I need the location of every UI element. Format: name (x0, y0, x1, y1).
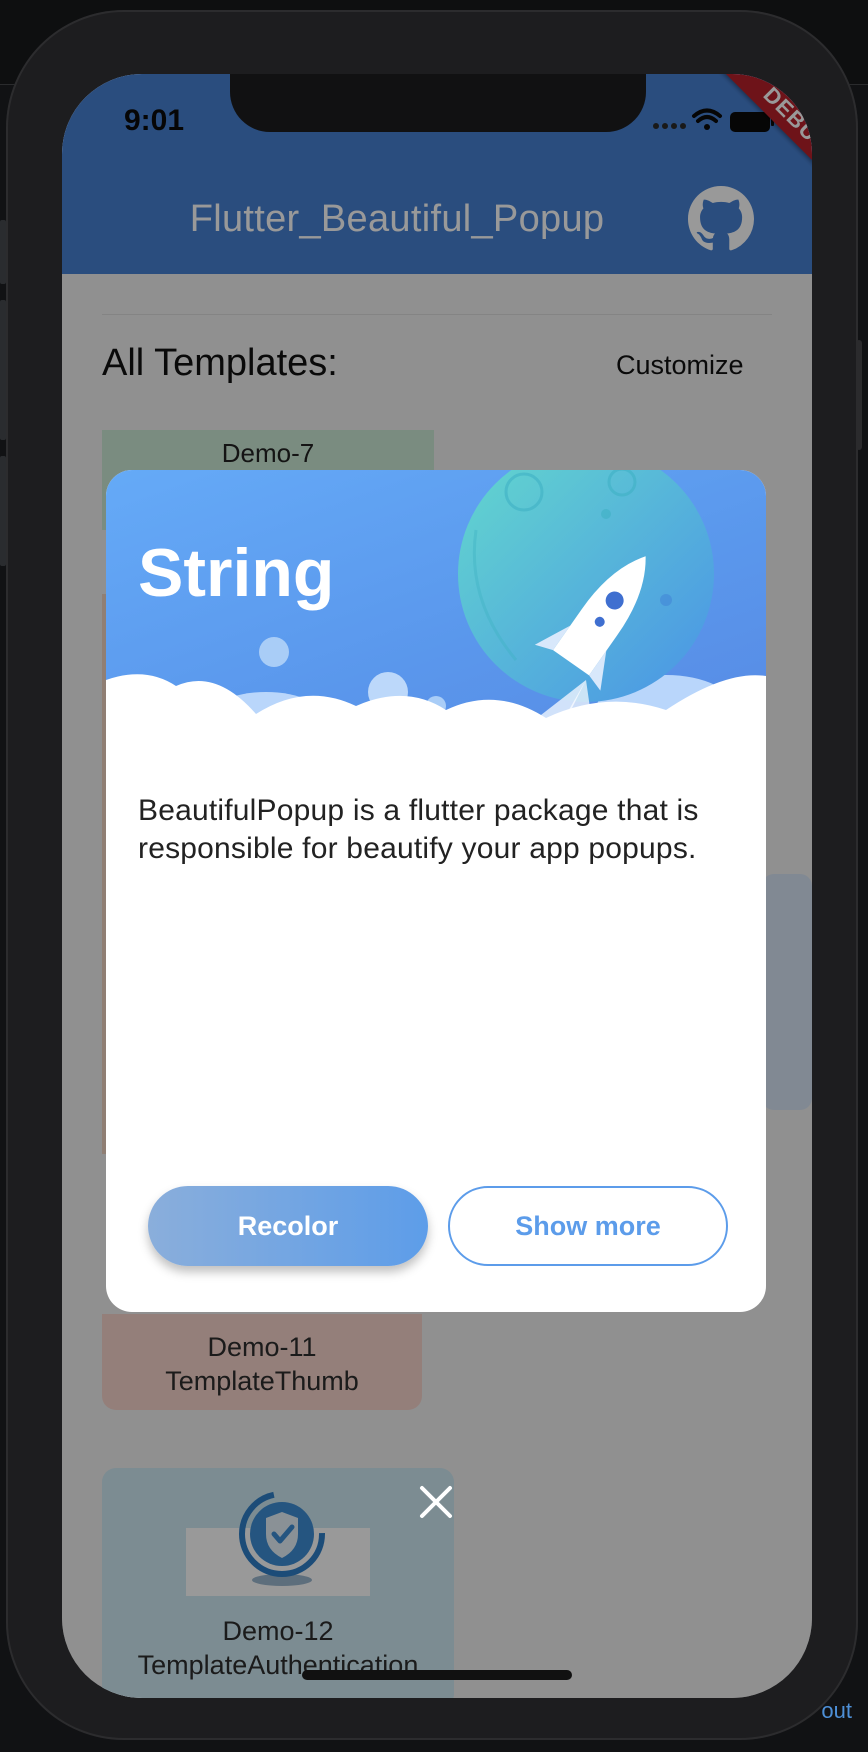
device-screen: Flutter_Beautiful_Popup 9:01 DEBUG All T… (62, 74, 812, 1698)
show-more-button[interactable]: Show more (448, 1186, 728, 1266)
popup-title: String (138, 535, 335, 611)
phone-frame: Flutter_Beautiful_Popup 9:01 DEBUG All T… (6, 10, 862, 1740)
home-indicator[interactable] (302, 1670, 572, 1680)
popup-dialog: String BeautifulPopup is a flutter packa… (106, 470, 766, 1312)
popup-body: BeautifulPopup is a flutter package that… (138, 794, 699, 865)
popup-illustration: String (106, 470, 766, 780)
recolor-button[interactable]: Recolor (148, 1186, 428, 1266)
side-button (856, 340, 862, 450)
close-icon[interactable] (418, 1484, 454, 1520)
foreground-clouds (106, 674, 766, 780)
